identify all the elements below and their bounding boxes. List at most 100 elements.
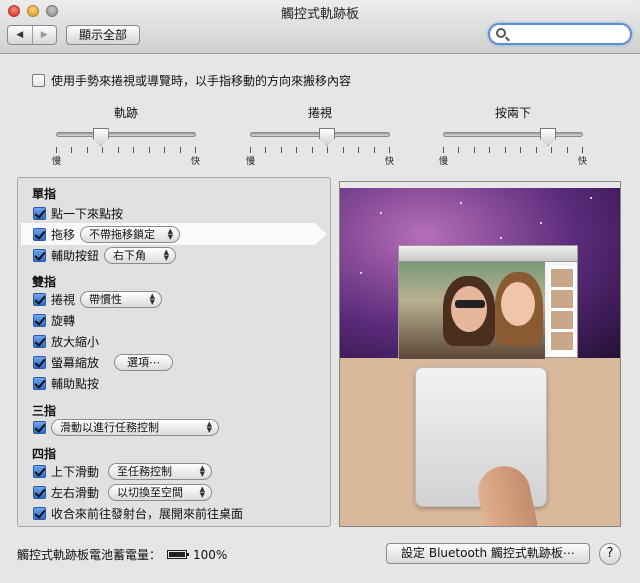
battery-icon (167, 550, 190, 559)
photo-preview (399, 262, 545, 359)
three-finger-checkbox[interactable] (33, 420, 46, 434)
scroll-direction-label: 使用手勢來捲視或導覽時，以手指移動的方向來搬移內容 (51, 74, 352, 88)
section-one-finger: 單指 (32, 187, 57, 201)
double-click-speed-slider[interactable]: 按兩下 慢 快 (439, 104, 587, 167)
gestures-panel: 單指 點一下來點按 拖移 不帶拖移鎖定 ▲ ▼ 輔助按鈕 右下角 ▲ ▼ 雙指 捲視 帶… (17, 177, 331, 527)
slider-min-label: 慢 (439, 157, 449, 167)
scroll-checkbox[interactable] (33, 292, 46, 306)
scroll-inertia-popup[interactable]: 帶慣性 ▲ ▼ (80, 290, 163, 308)
popup-arrows-icon: ▲ ▼ (206, 420, 212, 434)
tap-to-click-checkbox[interactable] (33, 206, 46, 220)
swipe-updown-option[interactable]: 上下滑動 至任務控制 ▲ ▼ (33, 462, 213, 480)
battery-value: 100% (193, 547, 228, 562)
slider-knob[interactable] (540, 128, 556, 146)
battery-status: 觸控式軌跡板電池蓄電量： 100% (17, 546, 227, 563)
show-all-button[interactable]: 顯示全部 (66, 25, 140, 45)
scroll-inertia-value: 帶慣性 (89, 293, 123, 306)
tracking-speed-slider[interactable]: 軌跡 慢 快 (52, 104, 200, 167)
battery-label: 觸控式軌跡板電池蓄電量： (17, 548, 162, 562)
scrolling-speed-label: 捲視 (307, 106, 332, 120)
back-button[interactable]: ◀ (8, 26, 32, 44)
drag-label: 拖移 (51, 227, 76, 242)
swipe-updown-value: 至任務控制 (117, 465, 173, 478)
pinch-zoom-label: 放大縮小 (51, 334, 100, 349)
slider-max-label: 快 (577, 157, 587, 167)
forward-button[interactable]: ▶ (31, 26, 57, 44)
three-finger-value: 滑動以進行任務控制 (60, 421, 159, 434)
pinch-zoom-checkbox[interactable] (33, 334, 46, 348)
swipe-updown-label: 上下滑動 (51, 464, 100, 479)
back-arrow-icon: ◀ (16, 30, 24, 40)
launchpad-option[interactable]: 收合來前往發射台，展開來前往桌面 (33, 504, 243, 522)
section-four-fingers: 四指 (32, 447, 57, 461)
pinch-zoom-option[interactable]: 放大縮小 (33, 332, 99, 350)
launchpad-label: 收合來前往發射台，展開來前往桌面 (51, 506, 244, 521)
slider-track (56, 132, 196, 137)
slider-ticks (56, 147, 196, 153)
popup-arrows-icon: ▲ ▼ (149, 292, 156, 306)
browser-window-preview (398, 245, 578, 359)
swipe-leftright-label: 左右滑動 (51, 485, 100, 500)
rotate-label: 旋轉 (51, 313, 76, 328)
section-three-fingers: 三指 (32, 404, 57, 418)
popup-arrows-icon: ▲ ▼ (163, 248, 170, 262)
secondary-click-checkbox[interactable] (33, 248, 46, 262)
secondary-tap-label: 輔助點按 (51, 376, 100, 391)
scroll-label: 捲視 (51, 292, 76, 307)
secondary-click-popup[interactable]: 右下角 ▲ ▼ (104, 246, 177, 264)
search-field[interactable] (488, 23, 632, 45)
scroll-direction-option[interactable]: 使用手勢來捲視或導覽時，以手指移動的方向來搬移內容 (32, 72, 351, 89)
forward-arrow-icon: ▶ (40, 30, 48, 40)
gesture-preview-video (339, 181, 621, 527)
preferences-window: 觸控式軌跡板 ◀ ▶ 顯示全部 使用手勢來捲視或導覽時，以手指移動的方向來搬移內… (0, 0, 640, 583)
screen-zoom-options-button[interactable]: 選項⋯ (114, 353, 174, 371)
secondary-click-label: 輔助按鈕 (51, 248, 100, 263)
screen-zoom-checkbox[interactable] (33, 355, 46, 369)
drag-option[interactable]: 拖移 不帶拖移鎖定 ▲ ▼ (21, 223, 327, 245)
help-button[interactable]: ? (599, 543, 621, 565)
tap-to-click-option[interactable]: 點一下來點按 (33, 204, 123, 222)
slider-max-label: 快 (384, 157, 394, 167)
slider-knob[interactable] (92, 128, 109, 146)
popup-arrows-icon: ▲ ▼ (199, 485, 206, 499)
scrolling-speed-slider[interactable]: 捲視 慢 快 (246, 104, 394, 167)
secondary-tap-checkbox[interactable] (33, 376, 46, 390)
scroll-direction-checkbox[interactable] (32, 74, 45, 87)
secondary-click-option[interactable]: 輔助按鈕 右下角 ▲ ▼ (33, 246, 177, 264)
swipe-leftright-option[interactable]: 左右滑動 以切換至空間 ▲ ▼ (33, 483, 213, 501)
drag-lock-popup[interactable]: 不帶拖移鎖定 ▲ ▼ (80, 225, 181, 243)
slider-min-label: 慢 (52, 157, 62, 167)
swipe-updown-popup[interactable]: 至任務控制 ▲ ▼ (108, 462, 213, 480)
three-finger-option[interactable]: 滑動以進行任務控制 ▲ ▼ (33, 418, 219, 436)
slider-ticks (250, 147, 390, 153)
swipe-leftright-value: 以切換至空間 (117, 486, 184, 499)
rotate-option[interactable]: 旋轉 (33, 311, 75, 329)
nav-group: ◀ ▶ (7, 25, 57, 45)
slider-min-label: 慢 (246, 157, 256, 167)
secondary-tap-option[interactable]: 輔助點按 (33, 374, 99, 392)
title-bar: 觸控式軌跡板 ◀ ▶ 顯示全部 (0, 0, 640, 54)
screen-zoom-option[interactable]: 螢幕縮放 選項⋯ (33, 353, 174, 371)
launchpad-checkbox[interactable] (33, 506, 46, 520)
desktop-preview (340, 182, 620, 359)
scroll-option[interactable]: 捲視 帶慣性 ▲ ▼ (33, 290, 163, 308)
rotate-checkbox[interactable] (33, 313, 46, 327)
screen-zoom-label: 螢幕縮放 (51, 355, 100, 370)
swipe-updown-checkbox[interactable] (33, 464, 46, 478)
double-click-speed-label: 按兩下 (494, 106, 531, 120)
drag-lock-value: 不帶拖移鎖定 (89, 228, 156, 241)
drag-checkbox[interactable] (33, 227, 46, 241)
search-input[interactable] (512, 26, 624, 42)
section-two-fingers: 雙指 (32, 275, 57, 289)
window-title: 觸控式軌跡板 (280, 7, 359, 22)
three-finger-popup[interactable]: 滑動以進行任務控制 ▲ ▼ (51, 418, 219, 436)
popup-arrows-icon: ▲ ▼ (199, 464, 206, 478)
slider-ticks (443, 147, 583, 153)
setup-bluetooth-trackpad-button[interactable]: 設定 Bluetooth 觸控式軌跡板⋯ (386, 543, 590, 564)
swipe-leftright-popup[interactable]: 以切換至空間 ▲ ▼ (108, 483, 213, 501)
secondary-click-value: 右下角 (113, 249, 147, 262)
photo-sidebar-preview (549, 266, 575, 356)
menu-bar-preview (340, 182, 620, 188)
swipe-leftright-checkbox[interactable] (33, 485, 46, 499)
slider-knob[interactable] (319, 128, 335, 146)
